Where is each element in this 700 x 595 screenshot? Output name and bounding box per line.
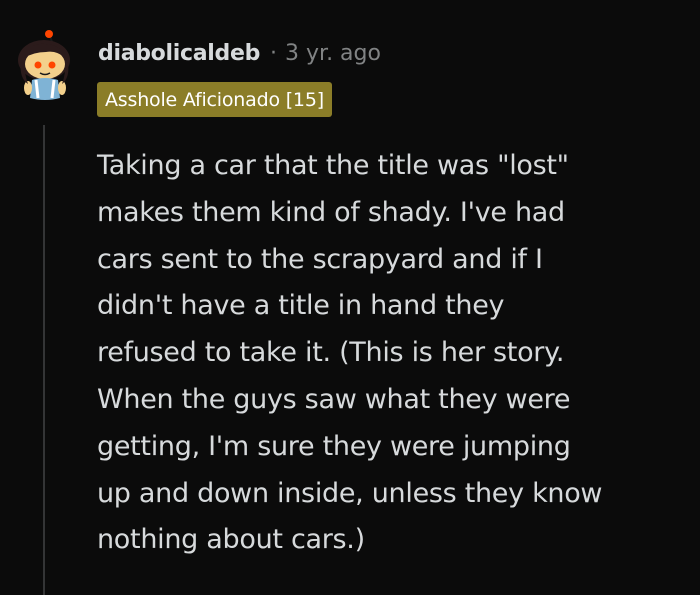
user-avatar-icon[interactable] [16,28,72,104]
comment-timestamp[interactable]: 3 yr. ago [285,41,381,66]
comment: diabolicaldeb · 3 yr. ago Asshole Aficio… [0,0,700,595]
comment-body-line: nothing about cars.) [97,524,365,556]
meta-separator: · [270,40,278,66]
thread-collapse-line[interactable] [43,125,45,595]
user-flair-badge: Asshole Aficionado [15] [97,82,332,117]
username-link[interactable]: diabolicaldeb [98,41,260,66]
comment-body-line: makes them kind of shady. I've had [97,196,565,228]
comment-body-line: cars sent to the scrapyard and if I [97,243,543,275]
comment-body: Taking a car that the title was "lost" m… [97,143,687,564]
comment-body-line: getting, I'm sure they were jumping [97,430,571,462]
comment-body-line: When the guys saw what they were [97,383,571,415]
comment-body-line: up and down inside, unless they know [97,477,603,509]
comment-body-line: refused to take it. (This is her story. [97,337,565,369]
comment-body-line: Taking a car that the title was "lost" [97,150,569,181]
comment-body-line: didn't have a title in hand they [97,290,505,322]
comment-header: diabolicaldeb · 3 yr. ago [98,35,381,71]
